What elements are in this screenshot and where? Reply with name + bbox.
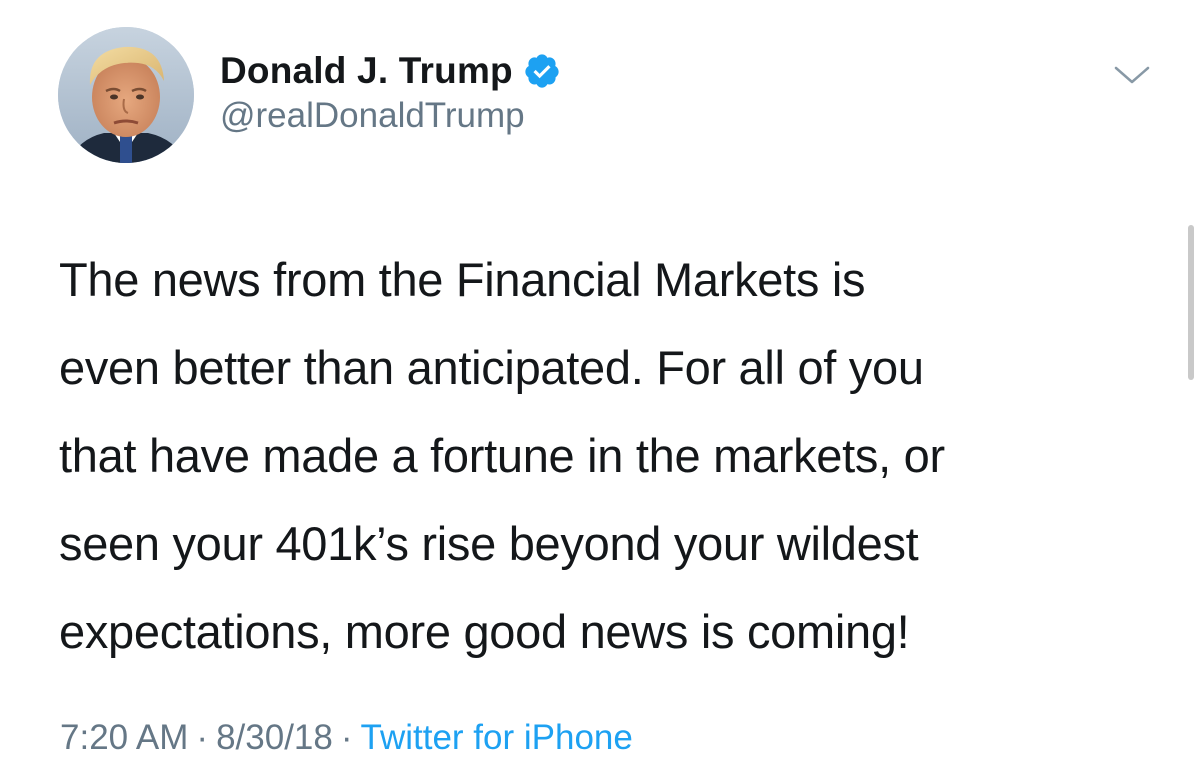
tweet-line: even better than anticipated. For all of… (59, 341, 924, 394)
author-avatar[interactable] (58, 27, 194, 163)
tweet-line: seen your 401k’s rise beyond your wildes… (59, 517, 919, 570)
verified-badge-icon (523, 52, 561, 90)
tweet-card: Donald J. Trump @realDonaldTrump The new… (0, 0, 1200, 781)
tweet-meta: 7:20 AM · 8/30/18 · Twitter for iPhone (60, 718, 633, 758)
tweet-date[interactable]: 8/30/18 (216, 718, 333, 757)
author-display-name[interactable]: Donald J. Trump (220, 50, 513, 92)
avatar-image (58, 27, 194, 163)
tweet-line: The news from the Financial Markets is (59, 253, 866, 306)
author-handle[interactable]: @realDonaldTrump (220, 96, 525, 136)
author-name-row[interactable]: Donald J. Trump (220, 46, 561, 96)
meta-separator: · (196, 718, 209, 757)
tweet-line: that have made a fortune in the markets,… (59, 429, 945, 482)
tweet-body: The news from the Financial Markets is e… (59, 236, 1159, 676)
scrollbar-thumb[interactable] (1188, 225, 1194, 380)
meta-separator: · (340, 718, 353, 757)
tweet-source-link[interactable]: Twitter for iPhone (361, 718, 633, 757)
tweet-time[interactable]: 7:20 AM (60, 718, 188, 757)
tweet-line: expectations, more good news is coming! (59, 605, 910, 658)
chevron-down-icon[interactable] (1112, 60, 1152, 90)
